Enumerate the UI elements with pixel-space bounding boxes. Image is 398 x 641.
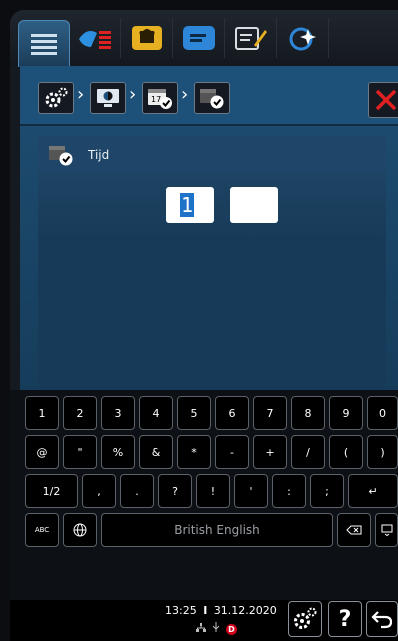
key-period[interactable]: . <box>120 474 154 508</box>
chevron-right-icon: › <box>129 84 137 105</box>
chat-bubble-icon[interactable] <box>174 18 225 58</box>
display-icon[interactable] <box>90 82 126 114</box>
abc-key[interactable]: ABC <box>25 513 59 547</box>
status-icons: D <box>196 622 237 636</box>
hide-keyboard-key[interactable] <box>375 513 398 547</box>
key-half[interactable]: 1/2 <box>25 474 78 508</box>
close-icon <box>375 89 397 111</box>
globe-icon <box>73 523 87 537</box>
close-button[interactable] <box>368 82 398 118</box>
key-exclamation[interactable]: ! <box>196 474 230 508</box>
key-8[interactable]: 8 <box>291 396 325 430</box>
time-check-icon[interactable] <box>194 82 230 114</box>
key-quote[interactable]: " <box>63 435 97 469</box>
dishes-icon[interactable] <box>70 18 121 58</box>
on-screen-keyboard: 1 2 3 4 5 6 7 8 9 0 @ " % & * - + / ( ) … <box>10 390 398 600</box>
hours-field[interactable]: 1 <box>166 187 214 223</box>
minutes-field[interactable] <box>230 187 278 223</box>
recipes-list-icon[interactable] <box>18 20 70 67</box>
key-apostrophe[interactable]: ' <box>234 474 268 508</box>
hours-value: 1 <box>180 193 194 217</box>
key-percent[interactable]: % <box>101 435 135 469</box>
clock: 13:25 I 31.12.2020 <box>165 604 277 617</box>
language-key[interactable] <box>63 513 97 547</box>
key-plus[interactable]: + <box>253 435 287 469</box>
help-button[interactable]: ? <box>328 601 362 637</box>
key-colon[interactable]: : <box>272 474 306 508</box>
space-bar[interactable]: British English <box>101 513 333 547</box>
clean-cycle-icon[interactable] <box>278 18 329 58</box>
key-close-paren[interactable]: ) <box>367 435 398 469</box>
section-header: Tijd <box>38 136 386 172</box>
time-text: 13:25 <box>165 604 197 617</box>
key-at[interactable]: @ <box>25 435 59 469</box>
settings-button[interactable] <box>288 601 322 637</box>
settings-panel: › › 17 › Tijd 1 <box>20 66 398 399</box>
key-5[interactable]: 5 <box>177 396 211 430</box>
key-2[interactable]: 2 <box>63 396 97 430</box>
date-text: 31.12.2020 <box>213 604 277 617</box>
key-0[interactable]: 0 <box>367 396 398 430</box>
date-icon[interactable]: 17 <box>142 82 178 114</box>
back-arrow-icon <box>371 611 393 629</box>
chef-hat-icon[interactable] <box>122 18 173 58</box>
chevron-right-icon: › <box>77 84 85 105</box>
separator: I <box>203 604 208 617</box>
key-slash[interactable]: / <box>291 435 325 469</box>
key-semicolon[interactable]: ; <box>310 474 344 508</box>
key-6[interactable]: 6 <box>215 396 249 430</box>
key-question[interactable]: ? <box>158 474 192 508</box>
top-tab-bar <box>10 10 398 67</box>
edit-note-icon[interactable] <box>226 18 277 58</box>
keyboard-icon <box>381 524 392 536</box>
key-open-paren[interactable]: ( <box>329 435 363 469</box>
backspace-key[interactable] <box>337 513 371 547</box>
settings-icon <box>294 607 317 629</box>
svg-text:17: 17 <box>151 95 161 104</box>
brand-badge: D <box>226 623 237 635</box>
key-4[interactable]: 4 <box>139 396 173 430</box>
key-3[interactable]: 3 <box>101 396 135 430</box>
key-9[interactable]: 9 <box>329 396 363 430</box>
enter-key[interactable]: ↵ <box>348 474 398 508</box>
app-frame: › › 17 › Tijd 1 1 2 3 4 5 6 7 8 9 0 @ " … <box>10 10 398 641</box>
key-minus[interactable]: - <box>215 435 249 469</box>
key-ampersand[interactable]: & <box>139 435 173 469</box>
breadcrumb: › › 17 › <box>20 66 398 126</box>
back-button[interactable] <box>366 601 398 637</box>
chevron-right-icon: › <box>181 84 189 105</box>
section-title: Tijd <box>88 148 110 162</box>
backspace-icon <box>346 525 362 535</box>
key-comma[interactable]: , <box>82 474 116 508</box>
key-7[interactable]: 7 <box>253 396 287 430</box>
key-asterisk[interactable]: * <box>177 435 211 469</box>
usb-icon <box>212 622 220 636</box>
settings-icon[interactable] <box>38 82 74 114</box>
network-icon <box>196 622 206 636</box>
status-bar: 13:25 I 31.12.2020 D ? <box>10 600 398 641</box>
key-1[interactable]: 1 <box>25 396 59 430</box>
time-section: Tijd 1 <box>38 136 386 398</box>
time-check-icon <box>48 144 74 172</box>
